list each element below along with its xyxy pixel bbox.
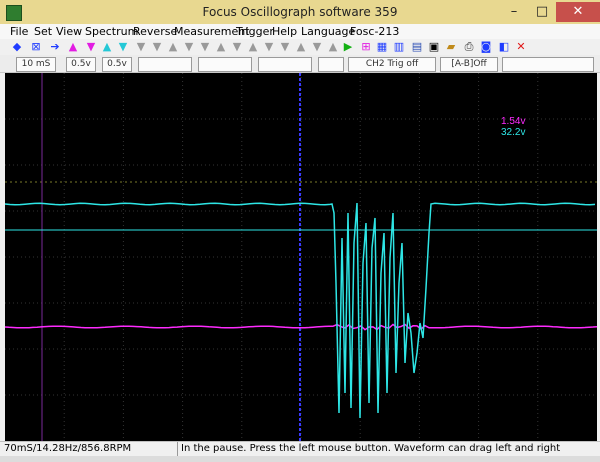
tri-icon[interactable]: ▲ [326,40,340,54]
waveform-canvas[interactable]: 1.54v 32.2v [5,73,597,441]
title-bar: Focus Oscillograph software 359 – □ ✕ [0,0,600,24]
minimize-button[interactable]: – [500,2,528,22]
status-bar: 70mS/14.28Hz/856.8RPM In the pause. Pres… [0,441,600,457]
save-icon[interactable]: ▣ [427,40,441,54]
menu-trigger[interactable]: Trigger [236,25,274,38]
print-icon[interactable]: ⎙ [462,40,476,54]
tri-icon[interactable]: ▼ [182,40,196,54]
right-arrow-icon[interactable]: ➔ [48,40,62,54]
menu-set[interactable]: Set [34,25,52,38]
tri-icon[interactable]: ▲ [246,40,260,54]
empty-field [318,57,344,72]
parameters-bar: 10 mS 0.5v 0.5v CH2 Trig off [A-B]Off [0,55,600,73]
menu-reverse[interactable]: Reverse [133,25,177,38]
settings-icon[interactable]: ▥ [392,40,406,54]
tri-icon[interactable]: ▲ [214,40,228,54]
math-status-field[interactable]: [A-B]Off [440,57,498,72]
up-triangle-cyan-icon[interactable]: ▲ [100,40,114,54]
ch2-readout: 32.2v [501,127,525,138]
tri-icon[interactable]: ▼ [278,40,292,54]
meter-icon[interactable]: ⊞ [359,40,373,54]
tri-icon[interactable]: ▼ [134,40,148,54]
tri-icon[interactable]: ▼ [230,40,244,54]
status-message: In the pause. Press the left mouse butto… [177,442,560,456]
menu-file[interactable]: File [10,25,28,38]
tri-icon[interactable]: ▼ [310,40,324,54]
play-icon[interactable]: ▶ [341,40,355,54]
ch1-readout: 1.54v [501,116,525,127]
left-arrow-icon[interactable]: ◆ [10,40,24,54]
oscilloscope-display[interactable]: 1.54v 32.2v [5,73,597,441]
menu-fosc-213[interactable]: Fosc-213 [350,25,399,38]
menu-bar: File Set View Spectrum Reverse Measureme… [0,24,600,39]
menu-view[interactable]: View [56,25,82,38]
display-icon[interactable]: ▤ [410,40,424,54]
close-icon[interactable]: ✕ [514,40,528,54]
tri-icon[interactable]: ▼ [198,40,212,54]
maximize-button[interactable]: □ [528,2,556,22]
grid-icon[interactable]: ▦ [375,40,389,54]
camera-icon[interactable]: ◙ [479,40,493,54]
ch1-volts-field[interactable]: 0.5v [66,57,96,72]
empty-field [502,57,594,72]
cross-box-icon[interactable]: ⊠ [29,40,43,54]
empty-field [258,57,312,72]
toolbar: ◆ ⊠ ➔ ▲ ▼ ▲ ▼ ▼ ▼ ▲ ▼ ▼ ▲ ▼ ▲ ▼ ▼ ▲ ▼ ▲ … [0,39,600,55]
close-button[interactable]: ✕ [556,2,600,22]
window-bottom-edge [0,456,600,462]
menu-help[interactable]: Help [272,25,297,38]
tri-icon[interactable]: ▼ [262,40,276,54]
ch2-volts-field[interactable]: 0.5v [102,57,132,72]
status-timing: 70mS/14.28Hz/856.8RPM [4,443,132,454]
down-triangle-magenta-icon[interactable]: ▼ [84,40,98,54]
tri-icon[interactable]: ▲ [294,40,308,54]
down-triangle-cyan-icon[interactable]: ▼ [116,40,130,54]
empty-field [138,57,192,72]
trigger-status-field[interactable]: CH2 Trig off [348,57,436,72]
window-icon[interactable]: ◧ [497,40,511,54]
menu-language[interactable]: Language [301,25,355,38]
empty-field [198,57,252,72]
open-icon[interactable]: ▰ [444,40,458,54]
menu-spectrum[interactable]: Spectrum [85,25,138,38]
timebase-field[interactable]: 10 mS [16,57,56,72]
tri-icon[interactable]: ▲ [166,40,180,54]
up-triangle-magenta-icon[interactable]: ▲ [66,40,80,54]
tri-icon[interactable]: ▼ [150,40,164,54]
